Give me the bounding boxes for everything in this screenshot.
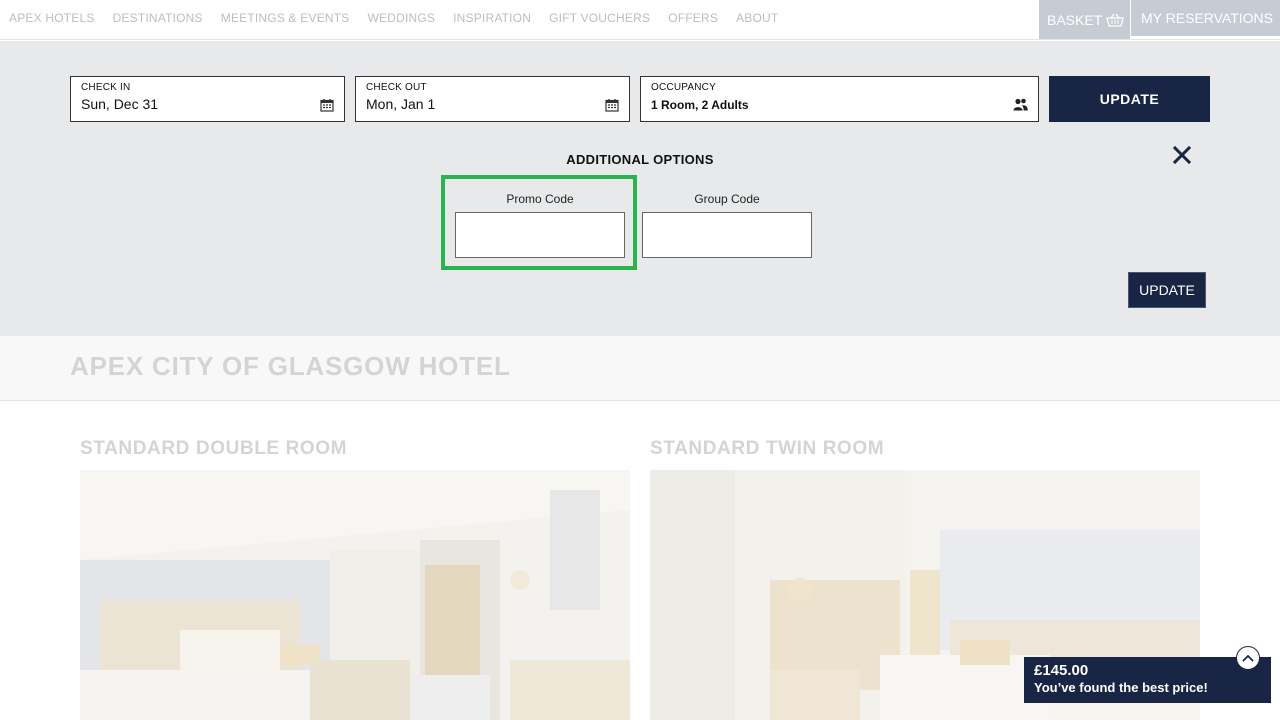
update-search-button[interactable]: UPDATE (1049, 76, 1210, 122)
hotel-header: APEX CITY OF GLASGOW HOTEL (0, 336, 1280, 401)
nav-destinations[interactable]: DESTINATIONS (113, 11, 203, 25)
people-icon (1013, 98, 1028, 111)
occupancy-field[interactable]: OCCUPANCY 1 Room, 2 Adults (640, 76, 1039, 122)
basket-icon (1106, 13, 1125, 27)
room-title-double[interactable]: STANDARD DOUBLE ROOM (80, 438, 347, 460)
basket-button[interactable]: BASKET (1039, 0, 1130, 39)
nav-about[interactable]: ABOUT (736, 11, 778, 25)
checkin-value: Sun, Dec 31 (81, 96, 159, 112)
nav-gift-vouchers[interactable]: GIFT VOUCHERS (549, 11, 650, 25)
additional-options-title: ADDITIONAL OPTIONS (566, 152, 714, 167)
close-icon[interactable] (1172, 145, 1192, 165)
occupancy-label: OCCUPANCY (651, 82, 716, 93)
checkin-field[interactable]: CHECK IN Sun, Dec 31 (70, 76, 345, 122)
update-options-button[interactable]: UPDATE (1128, 272, 1206, 308)
checkin-label: CHECK IN (81, 82, 131, 93)
basket-label: BASKET (1047, 11, 1103, 28)
checkout-label: CHECK OUT (366, 82, 427, 93)
nav-inspiration[interactable]: INSPIRATION (453, 11, 531, 25)
promo-code-input[interactable] (455, 212, 625, 258)
price-amount: £145.00 (1034, 662, 1089, 679)
group-code-label: Group Code (694, 192, 760, 206)
checkout-field[interactable]: CHECK OUT Mon, Jan 1 (355, 76, 630, 122)
calendar-icon (320, 99, 334, 112)
room-image-double[interactable] (80, 470, 630, 720)
room-title-twin[interactable]: STANDARD TWIN ROOM (650, 438, 884, 460)
nav-weddings[interactable]: WEDDINGS (368, 11, 436, 25)
nav-apex-hotels[interactable]: APEX HOTELS (9, 11, 95, 25)
checkout-value: Mon, Jan 1 (366, 96, 436, 112)
my-reservations-button[interactable]: MY RESERVATIONS (1131, 0, 1280, 39)
promo-code-label: Promo Code (506, 192, 574, 206)
best-price-banner[interactable]: £145.00 You’ve found the best price! (1024, 657, 1271, 703)
booking-panel: CHECK IN Sun, Dec 31 CHECK OUT Mon, Jan … (0, 41, 1280, 336)
group-code-input[interactable] (642, 212, 812, 258)
expand-price-button[interactable] (1236, 646, 1260, 670)
nav-offers[interactable]: OFFERS (668, 11, 718, 25)
calendar-icon (605, 99, 619, 112)
chevron-up-icon (1242, 654, 1254, 662)
top-navigation: APEX HOTELS DESTINATIONS MEETINGS & EVEN… (0, 0, 1280, 40)
main-nav: APEX HOTELS DESTINATIONS MEETINGS & EVEN… (9, 0, 796, 36)
occupancy-value: 1 Room, 2 Adults (651, 98, 749, 112)
hotel-name: APEX CITY OF GLASGOW HOTEL (70, 351, 511, 381)
price-message: You’ve found the best price! (1034, 680, 1208, 695)
nav-meetings-events[interactable]: MEETINGS & EVENTS (221, 11, 350, 25)
